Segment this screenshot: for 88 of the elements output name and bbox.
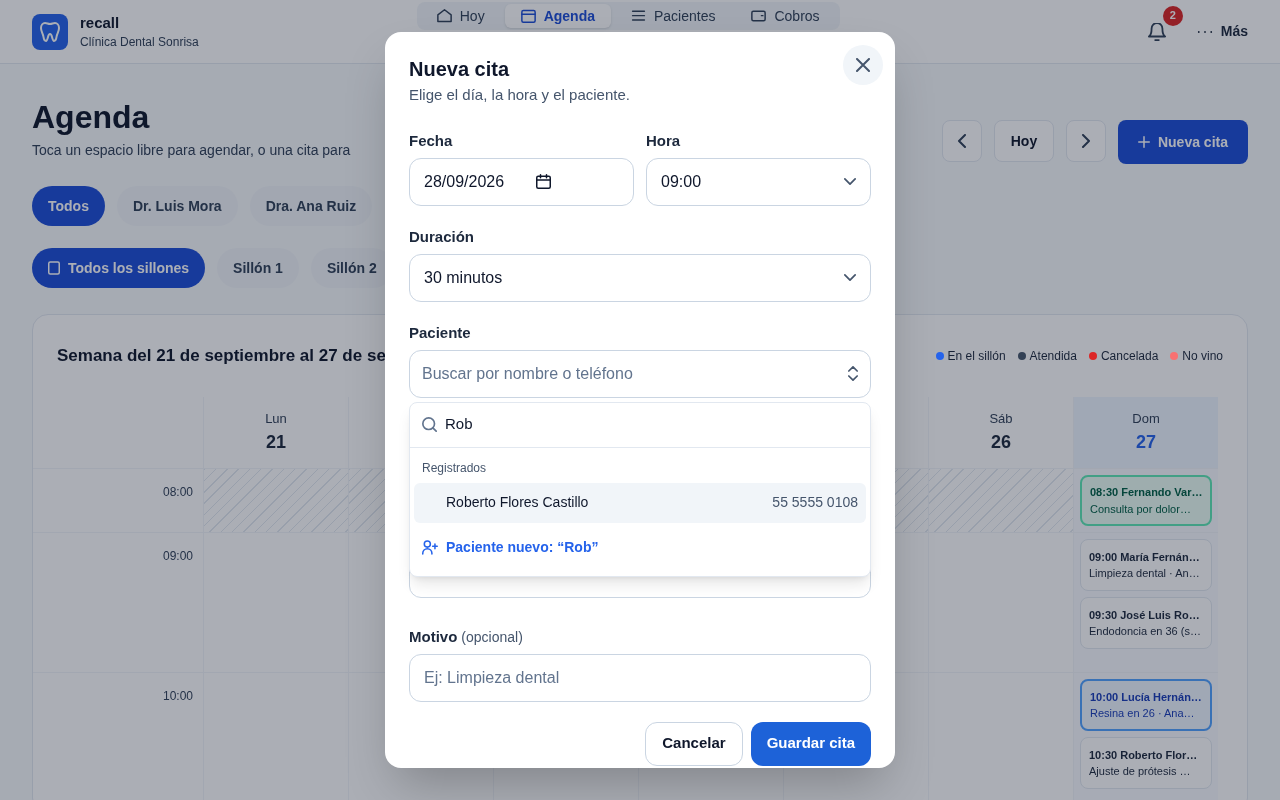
day-number: 27 <box>1136 430 1156 454</box>
reason-label: Motivo <box>409 626 458 646</box>
appointment-title: 10:00 Lucía Hernán… <box>1090 689 1202 705</box>
list-icon <box>631 9 646 23</box>
hour-label: 08:00 <box>162 484 193 499</box>
filter-chip[interactable]: Todos <box>32 186 105 226</box>
appointment-card[interactable]: 10:30 Roberto Flor… Ajuste de prótesis … <box>1080 737 1212 789</box>
appointment-title: 09:00 María Fernán… <box>1089 549 1201 565</box>
chevron-down-icon <box>844 178 856 185</box>
legend-label: Atendida <box>1029 348 1077 365</box>
appointment-card[interactable]: 10:00 Lucía Hernán… Resina en 26 · Ana… <box>1080 679 1212 731</box>
appointment-detail: Ajuste de prótesis … <box>1089 764 1192 779</box>
filter-chip[interactable]: Dra. Ana Ruiz <box>249 186 373 226</box>
patient-search-field[interactable]: Rob <box>410 402 870 448</box>
user-plus-icon <box>422 539 438 555</box>
duration-label: Duración <box>409 226 474 246</box>
notification-badge: 2 <box>1162 5 1183 26</box>
patient-label: Paciente <box>409 322 471 342</box>
page-subtitle: Toca un espacio libre para agendar, o una cita para <box>32 141 351 160</box>
nav-tab[interactable]: Agenda <box>504 4 611 28</box>
new-patient-option[interactable]: Paciente nuevo: “Rob” <box>422 536 599 558</box>
filter-chip[interactable]: Dr. Luis Mora <box>116 186 238 226</box>
up-down-chevron-icon <box>848 366 858 381</box>
clinic-name: Clínica Dental Sonrisa <box>80 33 199 51</box>
patient-combobox[interactable]: Buscar por nombre o teléfono <box>409 349 871 398</box>
chair-icon <box>48 261 60 275</box>
filter-chip[interactable]: Todos los sillones <box>32 248 206 288</box>
wallet-icon <box>751 9 767 23</box>
brand-name: recall <box>80 12 121 33</box>
hour-label: 10:00 <box>162 688 193 703</box>
legend-label: No vino <box>1182 348 1223 365</box>
ellipsis-icon <box>1196 29 1213 34</box>
plus-icon <box>1137 136 1150 148</box>
appointment-title: 08:30 Fernando Var… <box>1090 485 1202 500</box>
next-week-button[interactable] <box>1065 120 1106 162</box>
appointment-card[interactable]: 08:30 Fernando Var… Consulta por dolor… <box>1080 475 1212 526</box>
day-number: 21 <box>266 430 286 454</box>
dialog-title: Nueva cita <box>409 57 510 82</box>
chevron-down-icon <box>844 274 856 281</box>
dialog-subtitle: Elige el día, la hora y el paciente. <box>409 85 630 105</box>
appointment-card[interactable]: 09:30 José Luis Ro… Endodoncia en 36 (s… <box>1080 597 1212 649</box>
patient-name: Roberto Flores Castillo <box>446 493 590 512</box>
hour-label: 09:00 <box>162 548 193 563</box>
chevron-right-icon <box>1080 134 1091 148</box>
optional-hint: (opcional) <box>461 627 523 647</box>
date-label: Fecha <box>409 130 453 150</box>
appointment-title: 09:30 José Luis Ro… <box>1089 607 1201 623</box>
close-button[interactable] <box>843 45 883 85</box>
nav-tab[interactable]: Hoy <box>420 4 501 28</box>
time-select[interactable]: 09:00 <box>646 157 871 206</box>
calendar-icon <box>536 174 551 189</box>
patient-option[interactable]: Roberto Flores Castillo 55 5555 0108 <box>414 482 866 523</box>
save-button[interactable]: Guardar cita <box>750 721 871 766</box>
new-appointment-button[interactable]: Nueva cita <box>1117 120 1248 164</box>
appointment-detail: Limpieza dental · An… <box>1089 566 1201 581</box>
tooth-icon <box>40 21 60 42</box>
group-heading: Registrados <box>421 459 488 477</box>
day-number: 26 <box>991 430 1011 454</box>
week-title: Semana del 21 de septiembre al 27 de se <box>57 345 386 368</box>
more-button[interactable]: Más <box>1196 21 1248 42</box>
date-field[interactable]: 28/09/2026 <box>409 157 634 206</box>
appointment-detail: Consulta por dolor… <box>1090 501 1192 517</box>
cancel-button[interactable]: Cancelar <box>645 721 743 766</box>
previous-week-button[interactable] <box>941 120 982 162</box>
appointment-card[interactable]: 09:00 María Fernán… Limpieza dental · An… <box>1080 539 1212 591</box>
legend-label: Cancelada <box>1100 348 1159 365</box>
page-title: Agenda <box>32 98 151 136</box>
home-icon <box>436 9 452 23</box>
reason-field[interactable]: Ej: Limpieza dental <box>409 653 871 702</box>
calendar-icon <box>520 9 536 23</box>
duration-select[interactable]: 30 minutos <box>409 253 871 302</box>
appointment-detail: Endodoncia en 36 (s… <box>1089 624 1202 639</box>
legend-label: En el sillón <box>947 348 1006 365</box>
appointment-title: 10:30 Roberto Flor… <box>1089 747 1199 763</box>
weekday-label: Dom <box>1132 410 1160 429</box>
nav-tab[interactable]: Cobros <box>735 4 836 28</box>
search-icon <box>422 417 437 432</box>
weekday-label: Sáb <box>989 410 1013 429</box>
patient-phone: 55 5555 0108 <box>772 493 858 512</box>
weekday-label: Lun <box>265 410 287 429</box>
today-button[interactable]: Hoy <box>993 120 1054 162</box>
nav-tab[interactable]: Pacientes <box>615 4 732 28</box>
filter-chip[interactable]: Sillón 1 <box>217 248 299 288</box>
time-label: Hora <box>646 130 681 150</box>
close-icon <box>856 58 870 72</box>
bell-icon <box>1147 22 1166 41</box>
appointment-detail: Resina en 26 · Ana… <box>1090 706 1196 721</box>
chevron-left-icon <box>956 134 967 148</box>
